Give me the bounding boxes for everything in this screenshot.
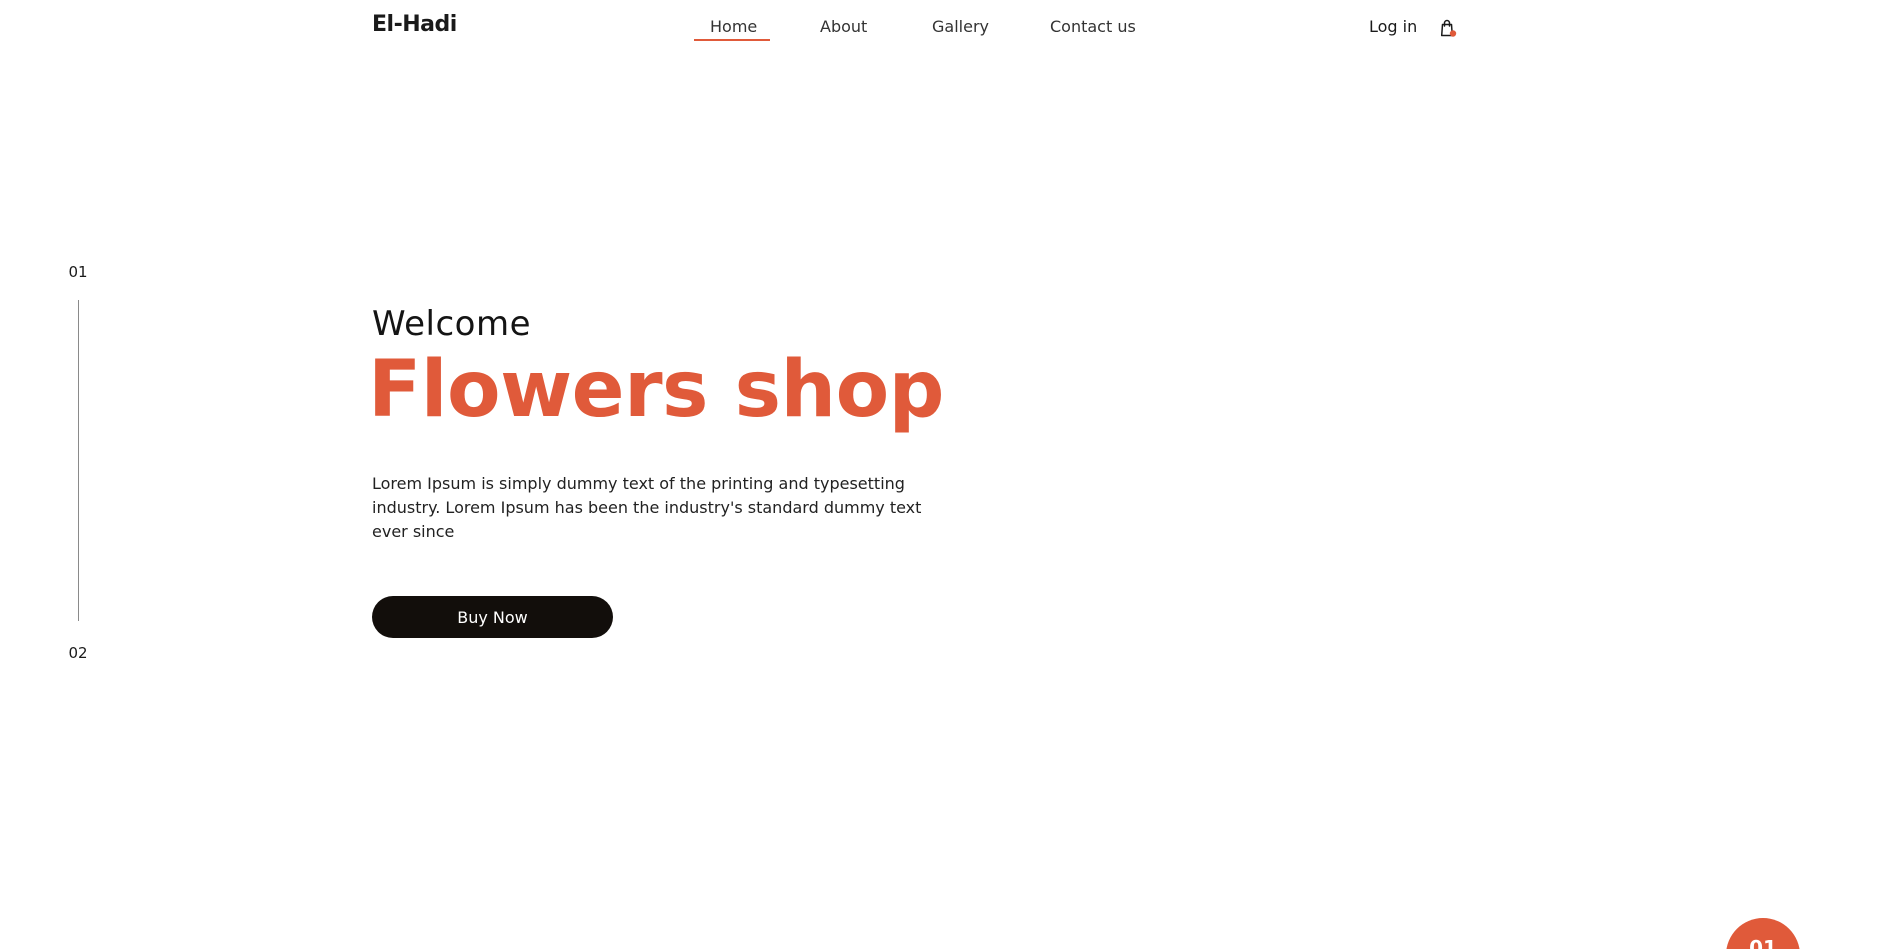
nav-item-contact[interactable]: Contact us xyxy=(1050,17,1136,36)
slide-number-current[interactable]: 01 xyxy=(0,263,156,281)
floating-slide-badge[interactable]: 01 xyxy=(1726,918,1800,949)
slide-number-next[interactable]: 02 xyxy=(0,644,156,662)
nav-item-about[interactable]: About xyxy=(820,17,867,36)
buy-now-button[interactable]: Buy Now xyxy=(372,596,613,638)
slide-progress-line xyxy=(78,300,79,621)
nav-item-home[interactable]: Home xyxy=(710,17,757,36)
login-link[interactable]: Log in xyxy=(1369,17,1417,36)
shopping-bag-icon[interactable] xyxy=(1438,18,1458,38)
nav-item-gallery[interactable]: Gallery xyxy=(932,17,989,36)
hero-description: Lorem Ipsum is simply dummy text of the … xyxy=(372,474,922,541)
main-nav: Home About Gallery Contact us xyxy=(0,17,1886,47)
nav-active-indicator xyxy=(694,39,770,41)
hero-headline: Flowers shop xyxy=(368,345,945,435)
page: El-Hadi Home About Gallery Contact us Lo… xyxy=(0,0,1886,949)
hero-welcome: Welcome xyxy=(372,304,532,344)
